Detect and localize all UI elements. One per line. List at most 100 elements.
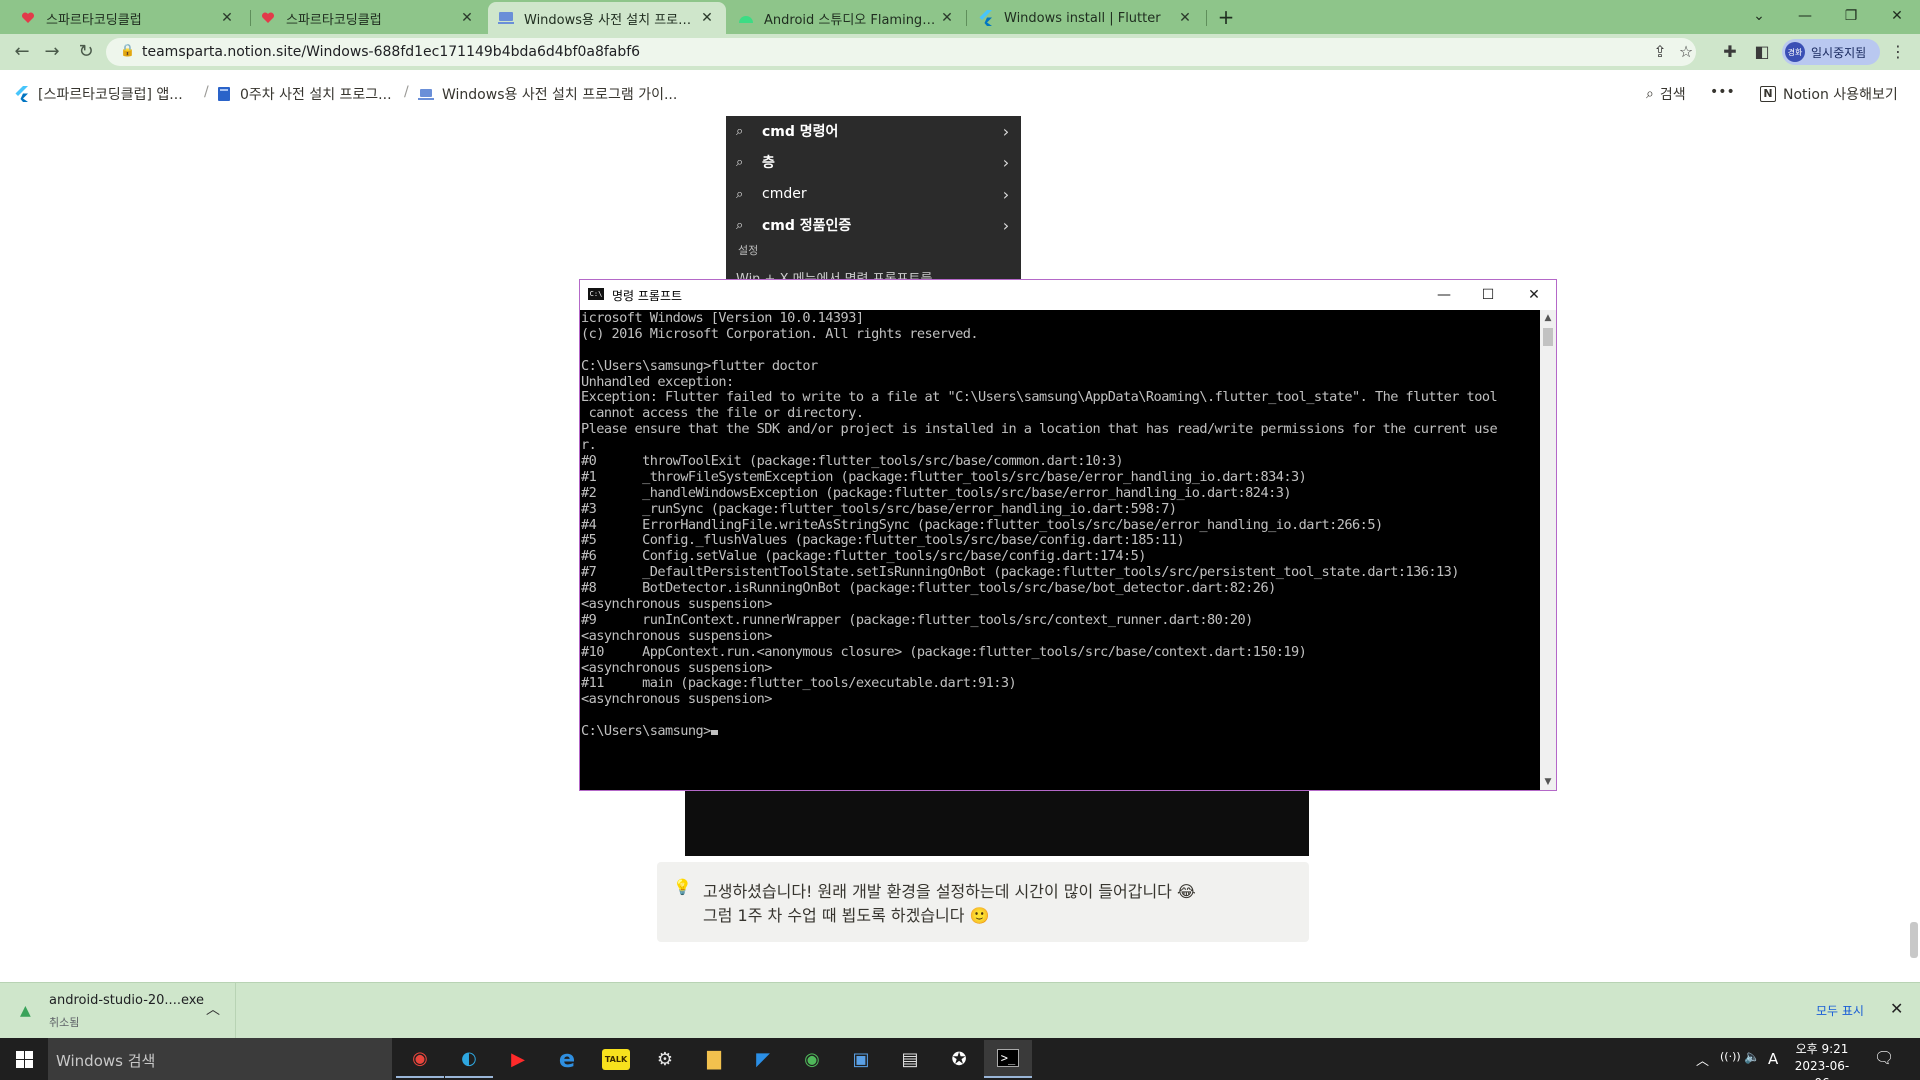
taskbar-app-file-explorer[interactable]: ▇ — [690, 1040, 738, 1078]
breadcrumb-course[interactable]: [스파르타코딩클럽] 앱... — [14, 84, 183, 104]
tab-sparta-2[interactable]: 스파르타코딩클럽 ✕ — [250, 2, 486, 34]
window-close-button[interactable]: ✕ — [1874, 4, 1920, 28]
laptop-icon — [418, 86, 434, 102]
taskbar-app-notepad[interactable]: ▤ — [886, 1040, 934, 1078]
chevron-up-icon[interactable]: ︿ — [206, 999, 220, 1019]
console-line: <asynchronous suspension> — [581, 627, 772, 644]
taskbar-app-kakaotalk[interactable]: TALK — [592, 1040, 640, 1078]
tray-overflow-chevron-icon[interactable]: ︿ — [1696, 1050, 1709, 1069]
cmd-minimize-button[interactable]: — — [1422, 284, 1466, 306]
tab-close-icon[interactable]: ✕ — [938, 10, 956, 26]
search-suggestion: ⌕ cmd 정품인증 › — [726, 210, 1021, 240]
window-minimize-button[interactable]: — — [1782, 4, 1828, 28]
console-line: #9 runInContext.runnerWrapper (package:f… — [581, 611, 1253, 628]
android-studio-icon — [738, 10, 754, 26]
tab-close-icon[interactable]: ✕ — [458, 10, 476, 26]
more-options-button[interactable]: ••• — [1710, 84, 1735, 100]
page-scrollbar[interactable] — [1910, 922, 1918, 958]
bookmark-star-icon[interactable]: ☆ — [1676, 42, 1696, 62]
chevron-right-icon: › — [1002, 215, 1010, 235]
profile-button[interactable]: 경화 일시중지됨 — [1782, 39, 1880, 65]
console-output[interactable]: icrosoft Windows [Version 10.0.14393] (c)… — [580, 310, 1540, 790]
text-cursor — [710, 730, 718, 736]
tab-label: 스파르타코딩클럽 — [46, 12, 142, 28]
breadcrumb-windows-guide[interactable]: Windows용 사전 설치 프로그램 가이... — [418, 84, 677, 104]
tab-search-dropdown-icon[interactable]: ⌄ — [1736, 4, 1782, 28]
tab-sparta-1[interactable]: 스파르타코딩클럽 ✕ — [10, 2, 246, 34]
taskbar-app-chrome-alt[interactable]: ◉ — [788, 1040, 836, 1078]
taskbar-app-app-store[interactable]: ✪ — [935, 1040, 983, 1078]
console-line: #6 Config.setValue (package:flutter_tool… — [581, 548, 1146, 565]
breadcrumb-label: [스파르타코딩클럽] 앱... — [38, 87, 183, 103]
side-panel-icon[interactable]: ◧ — [1752, 42, 1772, 62]
forward-arrow-icon[interactable]: → — [40, 40, 64, 64]
cmd-close-button[interactable]: ✕ — [1512, 284, 1556, 306]
chrome-alt-icon: ◉ — [804, 1048, 820, 1070]
tab-flutter-install[interactable]: Windows install | Flutter ✕ — [968, 2, 1204, 34]
action-center-icon[interactable]: 🗨 — [1874, 1048, 1894, 1067]
new-tab-button[interactable]: + — [1212, 4, 1240, 30]
console-prompt: C:\Users\samsung> — [581, 723, 711, 740]
download-item[interactable]: ▲ android-studio-20....exe 취소됨 ︿ — [0, 983, 236, 1038]
windows-logo-icon — [16, 1051, 24, 1059]
taskbar-app-word-pad[interactable]: ▣ — [837, 1040, 885, 1078]
window-title: 명령 프롬프트 — [612, 289, 683, 303]
ime-indicator[interactable]: A — [1768, 1050, 1778, 1068]
tab-divider — [966, 10, 967, 26]
lightbulb-icon: 💡 — [673, 878, 692, 896]
heart-logo-icon — [20, 10, 36, 26]
tab-close-icon[interactable]: ✕ — [698, 10, 716, 26]
extensions-puzzle-icon[interactable]: ✚ — [1720, 42, 1740, 62]
scroll-down-icon[interactable]: ▼ — [1540, 774, 1556, 790]
suggestion-label: cmder — [762, 186, 807, 202]
command-prompt-window[interactable]: C:\ 명령 프롬프트 — ☐ ✕ icrosoft Windows [Vers… — [579, 279, 1557, 791]
word-pad-icon: ▣ — [852, 1048, 870, 1070]
tab-windows-guide[interactable]: Windows용 사전 설치 프로그램 ✕ — [488, 2, 726, 34]
start-button[interactable] — [0, 1038, 48, 1080]
command-prompt-icon: >_ — [996, 1049, 1020, 1067]
taskbar-app-edge[interactable]: ◐ — [445, 1040, 493, 1078]
screenshot-image — [685, 790, 1309, 856]
callout-block: 💡 고생하셨습니다! 원래 개발 환경을 설정하는데 시간이 많이 들어갑니다 … — [657, 862, 1309, 942]
tab-close-icon[interactable]: ✕ — [218, 10, 236, 26]
profile-status: 일시중지됨 — [1811, 45, 1867, 60]
address-bar[interactable]: 🔒 teamsparta.notion.site/Windows-688fd1e… — [106, 38, 1696, 66]
taskbar-app-settings[interactable]: ⚙ — [641, 1040, 689, 1078]
window-restore-button[interactable]: ❐ — [1828, 4, 1874, 28]
breadcrumb-week0[interactable]: 0주차 사전 설치 프로그... — [216, 84, 392, 104]
scroll-thumb[interactable] — [1543, 328, 1553, 346]
breadcrumb-separator: / — [404, 84, 409, 100]
scroll-up-icon[interactable]: ▲ — [1540, 310, 1556, 326]
taskbar-app-chrome[interactable]: ◉ — [396, 1040, 444, 1078]
taskbar-app-command-prompt[interactable]: >_ — [984, 1040, 1032, 1078]
network-icon[interactable]: ((·)) — [1720, 1050, 1741, 1063]
close-download-bar-icon[interactable]: ✕ — [1890, 999, 1903, 1018]
download-status: 취소됨 — [49, 1016, 80, 1029]
try-notion-button[interactable]: N Notion 사용해보기 — [1760, 84, 1898, 104]
tab-android-studio[interactable]: Android 스튜디오 Flamingo | 20 ✕ — [728, 2, 966, 34]
chevron-right-icon: › — [1002, 184, 1010, 204]
windows-search-box[interactable]: Windows 검색 — [48, 1038, 392, 1080]
share-icon[interactable]: ⇪ — [1650, 42, 1670, 62]
cmd-maximize-button[interactable]: ☐ — [1466, 284, 1510, 306]
internet-explorer-icon: e — [558, 1045, 576, 1073]
tab-close-icon[interactable]: ✕ — [1176, 10, 1194, 26]
console-line: <asynchronous suspension> — [581, 596, 772, 613]
reload-icon[interactable]: ↻ — [74, 40, 98, 64]
section-header: 설정 — [738, 244, 759, 257]
kebab-menu-icon[interactable]: ⋮ — [1888, 42, 1908, 62]
clock[interactable]: 오후 9:21 2023-06-06 — [1790, 1041, 1854, 1080]
taskbar-app-youtube[interactable]: ▶ — [494, 1040, 542, 1078]
settings-icon: ⚙ — [656, 1048, 674, 1070]
volume-icon[interactable]: 🔈 — [1744, 1050, 1760, 1065]
cmd-scrollbar[interactable]: ▲ ▼ — [1540, 310, 1556, 790]
show-all-downloads-button[interactable]: 모두 표시 — [1798, 997, 1882, 1025]
search-button[interactable]: ⌕ 검색 — [1646, 84, 1686, 104]
taskbar-app-vscode[interactable]: ◤ — [739, 1040, 787, 1078]
back-arrow-icon[interactable]: ← — [10, 40, 34, 64]
taskbar-app-internet-explorer[interactable]: e — [543, 1040, 591, 1078]
cmd-title-bar[interactable]: C:\ 명령 프롬프트 — ☐ ✕ — [580, 280, 1556, 310]
tab-label: 스파르타코딩클럽 — [286, 12, 382, 28]
console-line: #10 AppContext.run.<anonymous closure> (… — [581, 643, 1307, 660]
